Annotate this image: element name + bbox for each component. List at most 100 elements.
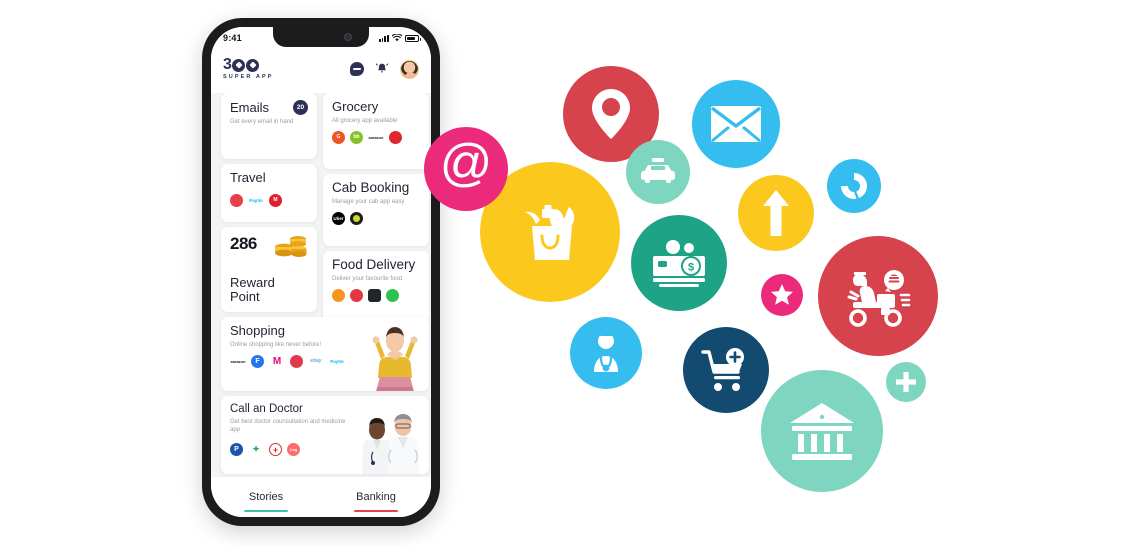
app-logo-makemytrip[interactable]: M — [269, 193, 282, 207]
bubble-doctor[interactable] — [570, 317, 642, 389]
card-subtitle: All grocery app available — [332, 117, 398, 124]
app-logo-row: Paytm M — [230, 193, 308, 207]
card-travel[interactable]: Travel Paytm M — [221, 164, 317, 222]
card-shopping[interactable]: Shopping Online shopping like never befo… — [221, 317, 429, 391]
chat-bubble-icon[interactable] — [350, 62, 364, 76]
phone-screen: 9:41 300 3 SUPER APP — [211, 27, 431, 517]
tab-stories[interactable]: Stories — [211, 491, 321, 512]
app-logo-grofers[interactable]: G — [332, 130, 345, 144]
brand-logo[interactable]: 300 3 SUPER APP — [223, 57, 273, 81]
wifi-icon — [391, 29, 403, 47]
money-cash-icon: $ — [653, 240, 705, 287]
cellular-bars-icon — [378, 34, 389, 42]
brand-o-icon — [246, 58, 260, 72]
star-badge-icon — [771, 284, 793, 305]
bubble-plus[interactable] — [886, 362, 926, 402]
app-logo-redbus[interactable] — [230, 193, 243, 207]
card-subtitle: Get every email in hand — [230, 119, 294, 125]
bubble-taxi[interactable] — [626, 140, 690, 204]
tab-indicator — [354, 510, 398, 512]
brand-digit: 3 — [223, 56, 232, 74]
bubble-money-transfer[interactable]: $ — [631, 215, 727, 311]
card-title: Cab Booking — [332, 180, 410, 195]
app-logo-netmeds[interactable]: + — [269, 443, 282, 457]
app-logo-ajio[interactable] — [290, 354, 303, 368]
shopping-woman-illustration — [372, 327, 418, 391]
app-logo-ebay[interactable]: ebay — [308, 355, 324, 368]
tab-indicator — [244, 510, 288, 512]
bubble-email[interactable] — [692, 80, 780, 168]
tab-label: Stories — [248, 491, 284, 503]
bubble-arrow-up[interactable] — [738, 175, 814, 251]
brand-tagline: SUPER APP — [223, 74, 274, 81]
phone-mockup: 9:41 300 3 SUPER APP — [202, 18, 440, 526]
bottom-tab-bar: Stories Banking — [211, 477, 431, 517]
card-title: Emails — [230, 99, 270, 115]
envelope-icon — [710, 106, 762, 143]
status-time: 9:41 — [223, 33, 242, 43]
app-logo-paytm[interactable]: Paytm — [248, 194, 264, 207]
app-logo-swiggy[interactable] — [332, 289, 345, 303]
status-badge: 20 — [293, 100, 308, 115]
card-subtitle: Deliver your favourite food — [332, 276, 403, 283]
bubble-at-sign[interactable]: @ — [424, 127, 508, 211]
refresh-circle-icon — [840, 173, 867, 200]
notification-bell-icon[interactable] — [375, 62, 389, 76]
app-logo-amazon[interactable]: amazon — [230, 355, 246, 368]
app-logo-pharmeasy[interactable]: ✦ — [248, 443, 264, 456]
avatar[interactable] — [400, 59, 419, 79]
app-logo-row — [332, 289, 420, 303]
app-logo-flipkart[interactable]: F — [251, 354, 264, 368]
app-logo-zomato[interactable] — [350, 289, 363, 303]
card-call-a-doctor[interactable]: Call an Doctor Get best doctor counsulta… — [221, 396, 429, 474]
card-title: Grocery — [332, 99, 379, 114]
card-cab-booking[interactable]: Cab Booking Manage your cab app easy Ube… — [323, 174, 429, 246]
card-food-delivery[interactable]: Food Delivery Deliver your favourite foo… — [323, 251, 429, 323]
app-logo-foodpanda[interactable] — [368, 289, 381, 303]
bubble-add-to-cart[interactable] — [683, 327, 769, 413]
app-logo-row: Uber — [332, 212, 420, 226]
app-logo-row: G bb amazon — [332, 130, 420, 144]
card-title: Travel — [230, 170, 266, 185]
card-subtitle: Get best doctor counsultation and medici… — [230, 419, 346, 434]
app-logo-1mg[interactable]: 1mg — [287, 443, 300, 457]
app-logo-myntra[interactable]: M — [269, 355, 285, 368]
card-title: Food Delivery — [332, 257, 416, 272]
app-logo-uber[interactable]: Uber — [332, 212, 345, 226]
svg-text:$: $ — [688, 262, 694, 274]
grocery-bag-icon — [525, 205, 575, 260]
app-logo-paytm[interactable]: Paytm — [329, 355, 345, 368]
doctor-icon — [594, 332, 618, 372]
app-logo-amazon[interactable]: amazon — [368, 131, 384, 144]
brand-o-icon — [232, 58, 246, 72]
bubble-star[interactable] — [761, 274, 803, 316]
status-indicators — [378, 29, 421, 47]
app-logo-bigbasket[interactable]: bb — [350, 130, 363, 144]
card-title: Reward Point — [230, 275, 275, 304]
bubble-bank[interactable] — [761, 370, 883, 492]
bank-building-icon — [790, 403, 854, 460]
card-emails[interactable]: Emails 20 Get every email in hand — [221, 93, 317, 159]
app-logo-ola[interactable] — [350, 212, 363, 226]
shopping-cart-add-icon — [701, 348, 744, 391]
phone-notch — [273, 27, 369, 47]
header-actions — [350, 59, 419, 79]
card-reward-point[interactable]: 286 Reward Point — [221, 227, 317, 312]
delivery-scooter-icon — [847, 270, 911, 327]
front-camera-icon — [344, 33, 352, 41]
app-logo-practo[interactable]: P — [230, 443, 243, 457]
card-subtitle: Manage your cab app easy — [332, 199, 405, 206]
map-pin-icon — [592, 89, 630, 139]
arrow-up-icon — [763, 190, 789, 236]
at-sign-icon: @ — [439, 134, 493, 192]
plus-circle-icon — [896, 372, 916, 392]
bubble-food-scooter[interactable] — [818, 236, 938, 356]
dashboard-cards: Emails 20 Get every email in hand Grocer… — [211, 93, 431, 477]
app-header: 300 3 SUPER APP — [211, 49, 431, 93]
tab-banking[interactable]: Banking — [321, 491, 431, 512]
bubble-refresh[interactable] — [827, 159, 881, 213]
app-logo-dmart[interactable] — [389, 130, 402, 144]
battery-icon — [405, 34, 421, 42]
app-logo-ubereats[interactable] — [386, 289, 399, 303]
card-grocery[interactable]: Grocery All grocery app available G bb a… — [323, 93, 429, 169]
